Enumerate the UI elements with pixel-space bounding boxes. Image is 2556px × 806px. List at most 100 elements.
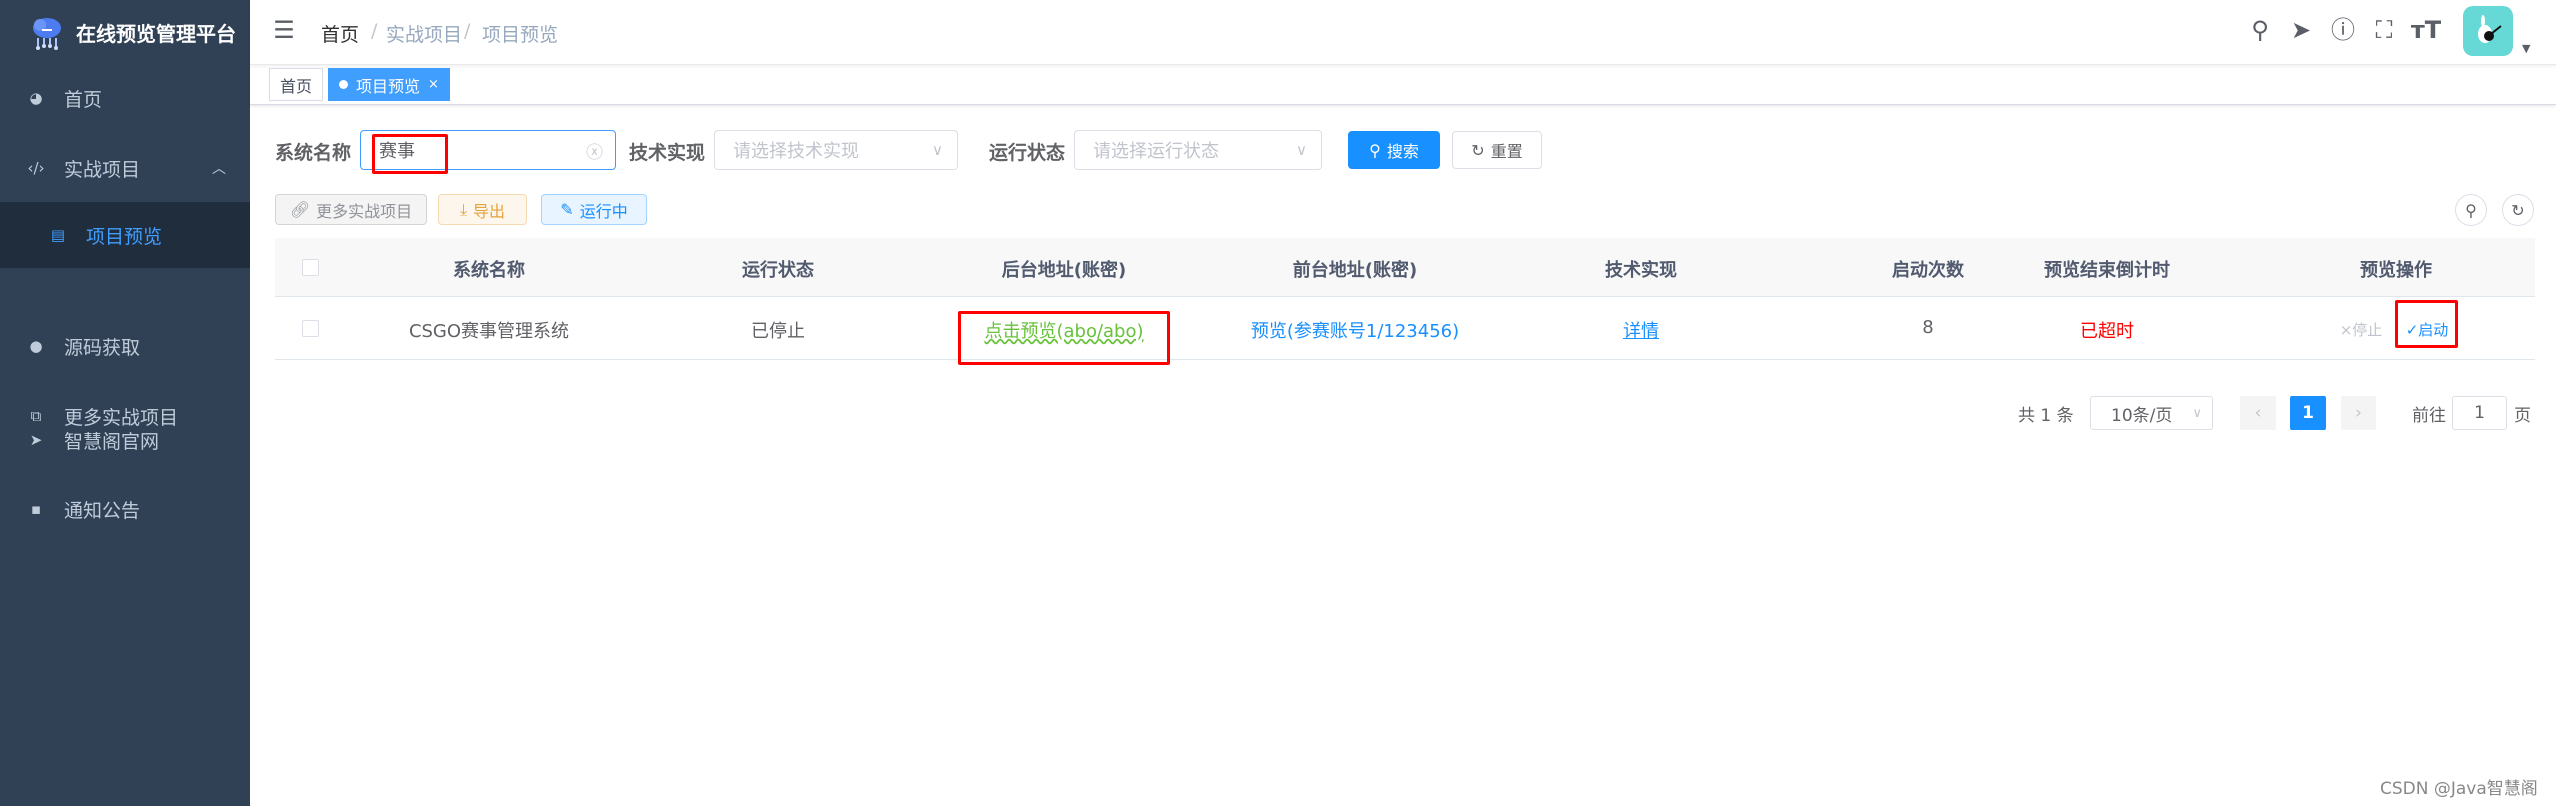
- breadcrumb-projects: 实战项目: [386, 24, 463, 46]
- search-button[interactable]: ⚲ 搜索: [1348, 131, 1440, 169]
- export-button[interactable]: ⤓ 导出: [438, 194, 527, 225]
- sidebar-item-label: 源码获取: [64, 336, 141, 359]
- sidebar-item-website[interactable]: ➤ 智慧阁官网: [0, 407, 250, 473]
- top-navbar: ☰ 首页 / 实战项目 / 项目预览 ⚲ ➤ ⓘ ⛶ ᴛT ▼: [250, 0, 2556, 65]
- status-label: 运行状态: [989, 142, 1066, 164]
- tag-label: 项目预览: [356, 76, 421, 96]
- toggle-search-button[interactable]: ⚲: [2455, 194, 2487, 226]
- watermark: CSDN @Java智慧阁: [2380, 779, 2538, 799]
- dashboard-icon: ◕: [29, 89, 43, 107]
- page-size-select[interactable]: 10条/页 ∨: [2090, 396, 2213, 430]
- start-count-cell: 8: [1922, 317, 1934, 338]
- export-label: 导出: [473, 201, 506, 221]
- page-suffix: 页: [2514, 405, 2531, 426]
- breadcrumb-separator: /: [371, 20, 378, 42]
- sidebar-item-notice[interactable]: ▪ 通知公告: [0, 476, 250, 542]
- row-checkbox[interactable]: [302, 320, 319, 337]
- next-page-button[interactable]: ›: [2341, 396, 2376, 430]
- tag-home[interactable]: 首页: [269, 68, 324, 101]
- running-label: 运行中: [579, 201, 628, 221]
- chevron-right-icon: ›: [2355, 403, 2362, 423]
- chevron-left-icon: ‹: [2254, 403, 2262, 423]
- code-icon: ‹/›: [27, 159, 45, 177]
- tag-project-preview[interactable]: 项目预览 ×: [328, 68, 450, 101]
- clear-icon[interactable]: ⓧ: [586, 138, 603, 163]
- font-size-icon[interactable]: ᴛT: [2410, 14, 2442, 46]
- sidebar-item-label: 实战项目: [64, 158, 141, 181]
- link-icon: 🔗︎: [289, 200, 311, 219]
- table-row: CSGO赛事管理系统 已停止 点击预览(abo/abo) 预览(参赛账号1/12…: [275, 297, 2535, 360]
- total-count: 共 1 条: [2018, 405, 2074, 426]
- highlight-box: [2395, 300, 2458, 348]
- sidebar-item-project-preview[interactable]: ▤ 项目预览: [0, 202, 250, 268]
- stop-button[interactable]: ×停止: [2340, 319, 2383, 340]
- breadcrumb-current: 项目预览: [482, 24, 559, 46]
- edit-icon: ✎: [560, 200, 574, 219]
- column-header: 技术实现: [1605, 260, 1677, 281]
- more-projects-label: 更多实战项目: [316, 201, 413, 221]
- breadcrumb-separator: /: [464, 20, 471, 42]
- search-icon: ⚲: [1369, 140, 1381, 160]
- refresh-icon: ↻: [2511, 200, 2525, 220]
- table-header: 系统名称 运行状态 后台地址(账密) 前台地址(账密) 技术实现 启动次数 预览…: [275, 238, 2535, 297]
- sidebar-item-label: 智慧阁官网: [64, 430, 160, 453]
- select-all-checkbox[interactable]: [302, 259, 319, 276]
- column-header: 系统名称: [453, 260, 525, 281]
- close-icon[interactable]: ×: [428, 77, 439, 92]
- goto-label: 前往: [2412, 405, 2446, 426]
- column-header: 预览操作: [2360, 260, 2432, 281]
- status-select[interactable]: 请选择运行状态 ∨: [1074, 130, 1322, 170]
- status-cell: 已停止: [751, 321, 805, 342]
- avatar[interactable]: [2463, 6, 2513, 56]
- running-button[interactable]: ✎ 运行中: [541, 194, 647, 225]
- sidebar-item-label: 项目预览: [86, 225, 163, 248]
- system-name-label: 系统名称: [275, 142, 352, 164]
- app-title: 在线预览管理平台: [76, 22, 236, 46]
- search-button-label: 搜索: [1386, 142, 1419, 161]
- status-placeholder: 请选择运行状态: [1093, 141, 1219, 162]
- sidebar-item-home[interactable]: ◕ 首页: [0, 65, 250, 131]
- prev-page-button[interactable]: ‹: [2240, 396, 2276, 430]
- sidebar-item-label: 首页: [64, 88, 103, 111]
- sidebar-item-projects[interactable]: ‹/› 实战项目 ︿: [0, 135, 250, 201]
- sidebar-item-label: 通知公告: [64, 499, 141, 522]
- fullscreen-icon[interactable]: ⛶: [2368, 14, 2400, 46]
- sidebar: 在线预览管理平台 ◕ 首页 ‹/› 实战项目 ︿ ▤ 项目预览 ● 源码获取 ⧉ 更多实战项…: [0, 0, 250, 806]
- frontend-preview-link[interactable]: 预览(参赛账号1/123456): [1251, 317, 1459, 343]
- goto-page-input[interactable]: 1: [2452, 396, 2507, 430]
- countdown-cell: 已超时: [2080, 321, 2134, 342]
- send-icon: ➤: [29, 431, 43, 449]
- chevron-down-icon: ∨: [2192, 405, 2202, 421]
- sidebar-item-source[interactable]: ● 源码获取: [0, 313, 250, 379]
- wechat-icon: ●: [29, 337, 43, 355]
- hamburger-icon[interactable]: ☰: [268, 14, 300, 46]
- tags-view: 首页 项目预览 ×: [250, 65, 2556, 105]
- message-icon: ▪: [30, 500, 42, 518]
- send-icon[interactable]: ➤: [2285, 14, 2317, 46]
- chevron-down-icon: ∨: [932, 141, 943, 159]
- refresh-button[interactable]: ↻: [2502, 194, 2534, 226]
- tech-placeholder: 请选择技术实现: [733, 141, 859, 162]
- cloud-logo-icon: [33, 17, 61, 50]
- more-projects-button[interactable]: 🔗︎ 更多实战项目: [275, 194, 427, 225]
- download-icon: ⤓: [459, 199, 468, 219]
- search-icon[interactable]: ⚲: [2244, 14, 2276, 46]
- tech-label: 技术实现: [629, 142, 706, 164]
- caret-down-icon[interactable]: ▼: [2522, 42, 2530, 55]
- page-1-button[interactable]: 1: [2290, 396, 2326, 430]
- breadcrumb-home[interactable]: 首页: [321, 20, 359, 47]
- column-header: 预览结束倒计时: [2044, 260, 2170, 281]
- current-page: 1: [2302, 403, 2314, 423]
- column-header: 后台地址(账密): [1001, 260, 1127, 281]
- column-header: 运行状态: [742, 260, 814, 281]
- reset-button[interactable]: ↻ 重置: [1452, 131, 1542, 169]
- goto-page-value: 1: [2474, 403, 2485, 423]
- column-header: 启动次数: [1892, 260, 1964, 281]
- reset-button-label: 重置: [1490, 142, 1523, 161]
- highlight-box: [958, 311, 1170, 365]
- question-icon[interactable]: ⓘ: [2327, 14, 2359, 46]
- app-logo[interactable]: 在线预览管理平台: [0, 0, 250, 65]
- search-icon: ⚲: [2465, 200, 2477, 220]
- tech-select[interactable]: 请选择技术实现 ∨: [714, 130, 958, 170]
- tech-detail-link[interactable]: 详情: [1623, 317, 1659, 343]
